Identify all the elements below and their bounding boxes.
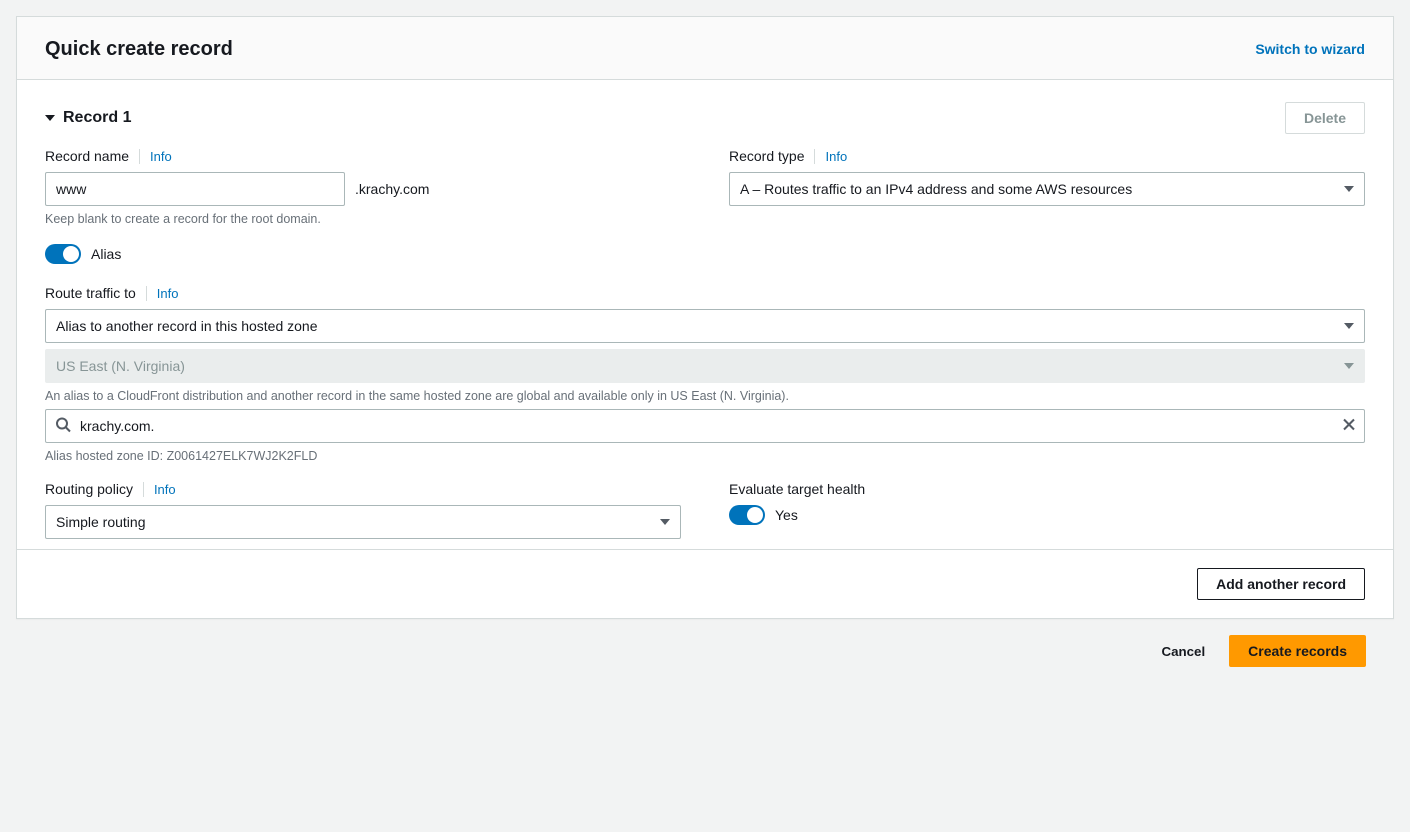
evaluate-health-toggle[interactable]: Yes — [729, 505, 798, 525]
route-traffic-select[interactable]: Alias to another record in this hosted z… — [45, 309, 1365, 343]
caret-down-icon — [45, 115, 55, 121]
record-name-label: Record name Info — [45, 148, 681, 164]
record-section-header: Record 1 Delete — [45, 102, 1365, 134]
alias-toggle[interactable]: Alias — [45, 244, 121, 264]
record-type-label: Record type Info — [729, 148, 1365, 164]
add-another-record-button[interactable]: Add another record — [1197, 568, 1365, 600]
page-title: Quick create record — [45, 37, 233, 61]
routing-policy-info-link[interactable]: Info — [143, 482, 176, 497]
page-footer: Cancel Create records — [16, 635, 1394, 667]
card-header: Quick create record Switch to wizard — [17, 17, 1393, 80]
delete-button[interactable]: Delete — [1285, 102, 1365, 134]
quick-create-card: Quick create record Switch to wizard Rec… — [16, 16, 1394, 619]
record-title: Record 1 — [63, 109, 131, 127]
create-records-button[interactable]: Create records — [1229, 635, 1366, 667]
routing-policy-select[interactable]: Simple routing — [45, 505, 681, 539]
alias-target-hint: Alias hosted zone ID: Z0061427ELK7WJ2K2F… — [45, 449, 1365, 463]
record-type-select[interactable]: A – Routes traffic to an IPv4 address an… — [729, 172, 1365, 206]
caret-down-icon — [1344, 363, 1354, 369]
alias-toggle-label: Alias — [91, 246, 121, 262]
record-name-input[interactable] — [45, 172, 345, 206]
record-name-suffix: .krachy.com — [355, 181, 429, 197]
evaluate-health-value: Yes — [775, 507, 798, 523]
route-traffic-label: Route traffic to Info — [45, 285, 1365, 301]
caret-down-icon — [1344, 323, 1354, 329]
routing-policy-label: Routing policy Info — [45, 481, 681, 497]
card-footer: Add another record — [17, 549, 1393, 618]
clear-icon[interactable] — [1341, 417, 1357, 436]
caret-down-icon — [1344, 186, 1354, 192]
alias-target-input[interactable] — [45, 409, 1365, 443]
caret-down-icon — [660, 519, 670, 525]
record-name-hint: Keep blank to create a record for the ro… — [45, 212, 681, 226]
region-select-disabled: US East (N. Virginia) — [45, 349, 1365, 383]
cancel-button[interactable]: Cancel — [1155, 643, 1211, 660]
search-icon — [55, 417, 71, 436]
switch-to-wizard-link[interactable]: Switch to wizard — [1255, 41, 1365, 57]
record-name-info-link[interactable]: Info — [139, 149, 172, 164]
route-traffic-info-link[interactable]: Info — [146, 286, 179, 301]
record-expand-toggle[interactable]: Record 1 — [45, 109, 131, 127]
record-type-info-link[interactable]: Info — [814, 149, 847, 164]
region-hint: An alias to a CloudFront distribution an… — [45, 389, 1365, 403]
evaluate-health-label: Evaluate target health — [729, 481, 1365, 497]
